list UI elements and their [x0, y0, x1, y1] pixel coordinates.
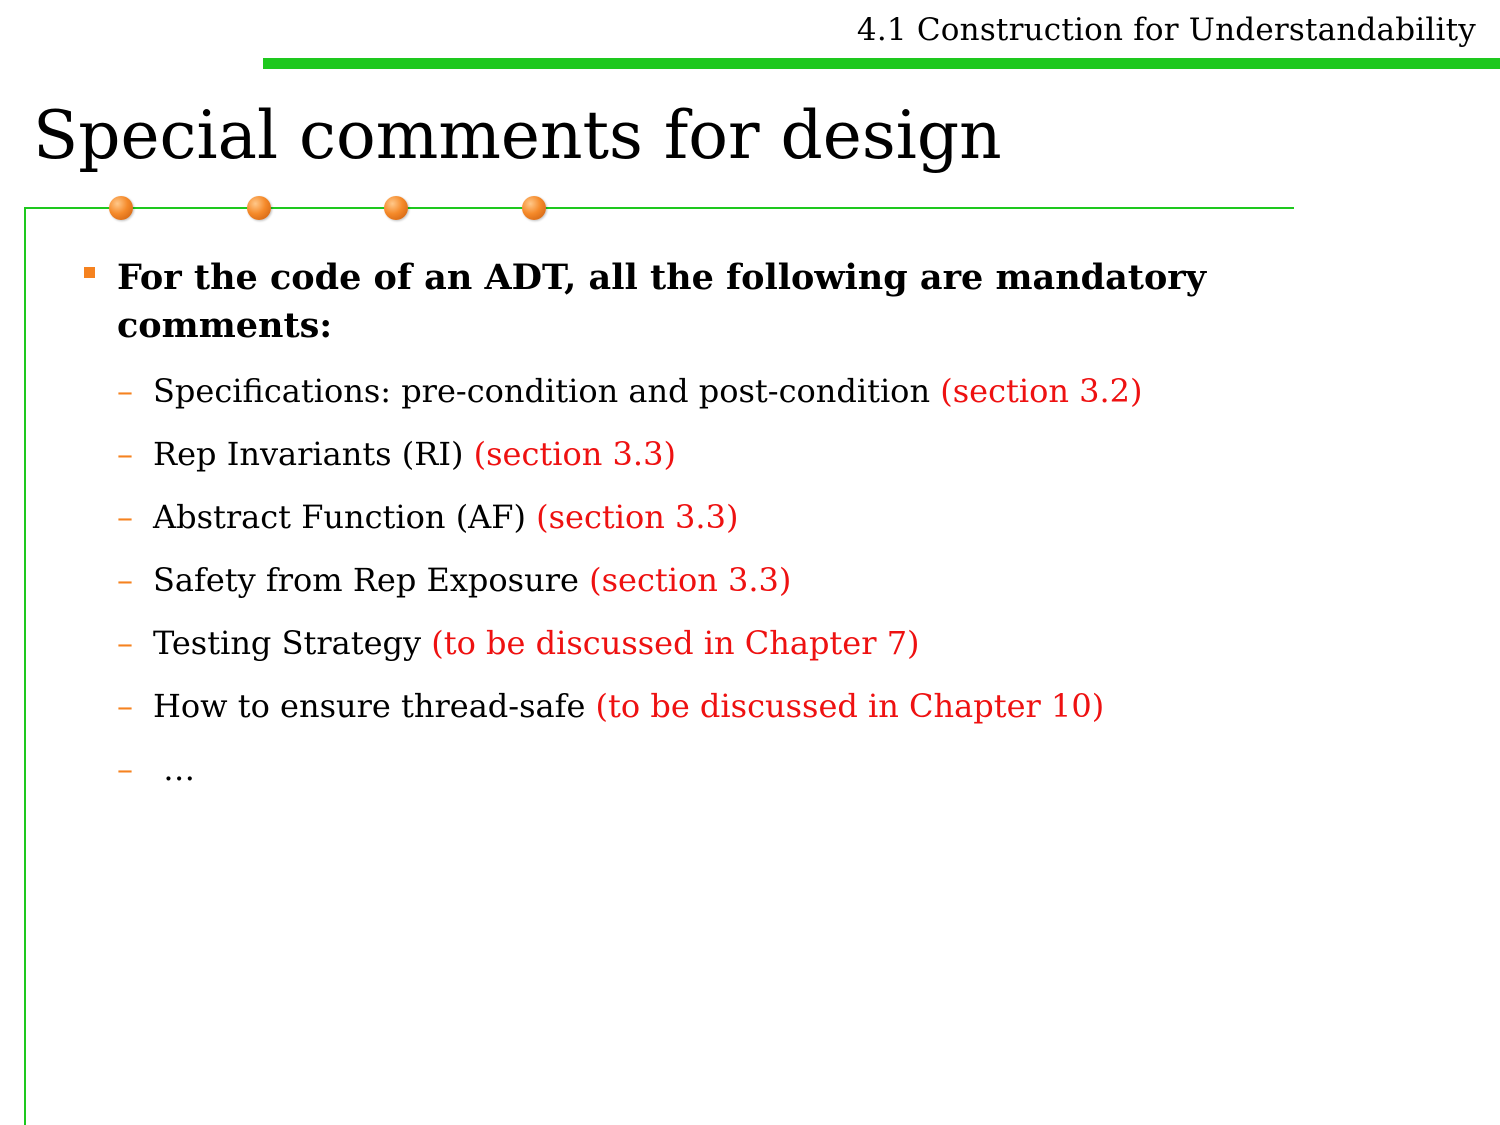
- list-item: – Abstract Function (AF) (section 3.3): [117, 493, 1143, 556]
- main-bullet-text: For the code of an ADT, all the followin…: [117, 257, 1207, 346]
- orange-dot-icon: [109, 196, 133, 220]
- list-item: – Safety from Rep Exposure (section 3.3): [117, 556, 1143, 619]
- title-underline: [24, 207, 1294, 209]
- item-text: Specifications: pre-condition and post-c…: [153, 372, 941, 410]
- orange-dot-icon: [522, 196, 546, 220]
- dash-bullet-icon: –: [117, 498, 133, 536]
- square-bullet-icon: [84, 267, 95, 278]
- orange-dot-icon: [384, 196, 408, 220]
- section-header: 4.1 Construction for Understandability: [856, 12, 1476, 48]
- list-item: – Testing Strategy (to be discussed in Ch…: [117, 619, 1143, 682]
- item-text: Testing Strategy: [153, 624, 432, 662]
- item-reference: (to be discussed in Chapter 7): [431, 624, 920, 662]
- item-text: How to ensure thread-safe: [153, 687, 596, 725]
- list-item: – Specifications: pre-condition and post-…: [117, 367, 1143, 430]
- slide-title: Special comments for design: [33, 97, 1002, 174]
- item-reference: (section 3.3): [589, 561, 792, 599]
- item-reference: (section 3.3): [536, 498, 739, 536]
- item-reference: (section 3.2): [940, 372, 1143, 410]
- item-text: …: [153, 750, 196, 788]
- list-item: – How to ensure thread-safe (to be discus…: [117, 682, 1143, 745]
- dash-bullet-icon: –: [117, 372, 133, 410]
- item-reference: (to be discussed in Chapter 10): [595, 687, 1105, 725]
- dash-bullet-icon: –: [117, 687, 133, 725]
- dash-bullet-icon: –: [117, 561, 133, 599]
- header-accent-bar: [263, 58, 1500, 69]
- dash-bullet-icon: –: [117, 435, 133, 473]
- sub-bullet-list: – Specifications: pre-condition and post-…: [117, 367, 1143, 808]
- item-text: Safety from Rep Exposure: [153, 561, 590, 599]
- item-reference: (section 3.3): [473, 435, 676, 473]
- dash-bullet-icon: –: [117, 750, 133, 788]
- orange-dot-icon: [247, 196, 271, 220]
- item-text: Abstract Function (AF): [153, 498, 537, 536]
- list-item: – Rep Invariants (RI) (section 3.3): [117, 430, 1143, 493]
- item-text: Rep Invariants (RI): [153, 435, 474, 473]
- list-item: – …: [117, 745, 1143, 808]
- left-frame-line: [24, 207, 26, 1125]
- dash-bullet-icon: –: [117, 624, 133, 662]
